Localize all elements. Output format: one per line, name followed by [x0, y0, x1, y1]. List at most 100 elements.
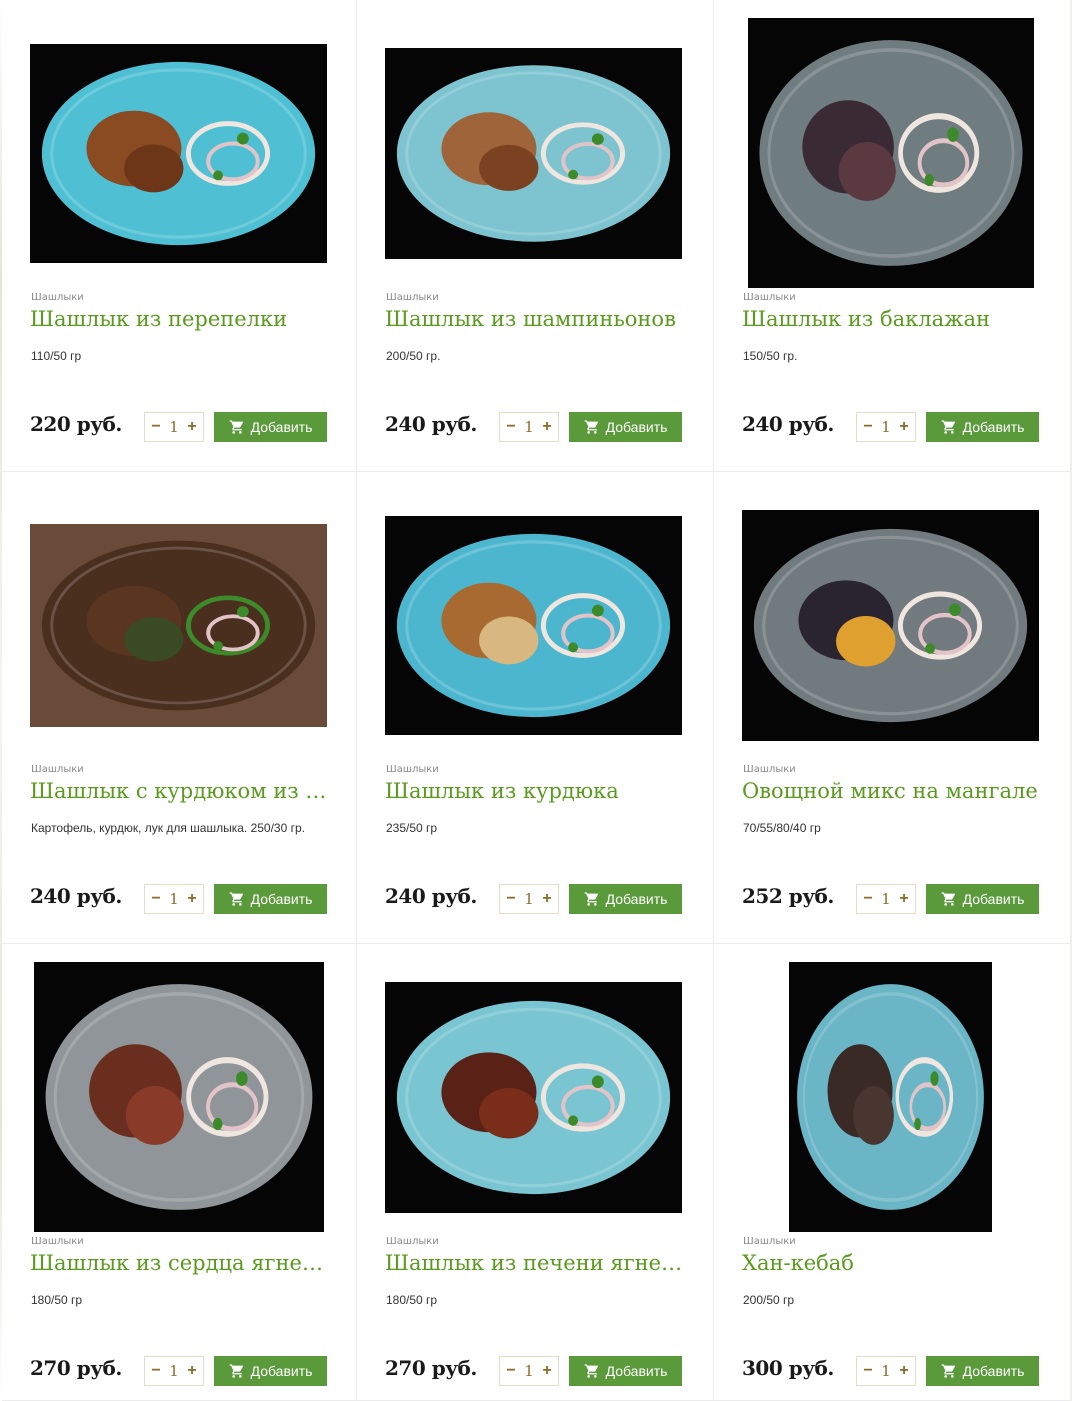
add-to-cart-button[interactable]: Добавить	[569, 884, 682, 914]
product-price: 270 руб.	[30, 1356, 122, 1380]
quantity-value[interactable]: 1	[169, 890, 179, 908]
decrement-button[interactable]: −	[505, 891, 517, 907]
product-photo[interactable]	[33, 962, 324, 1232]
increment-button[interactable]: +	[898, 1363, 910, 1379]
product-price: 240 руб.	[385, 884, 477, 908]
product-category: Шашлыки	[31, 292, 84, 303]
cart-icon	[229, 1364, 243, 1378]
dish-image	[385, 981, 682, 1213]
decrement-button[interactable]: −	[862, 891, 874, 907]
product-category: Шашлыки	[386, 292, 439, 303]
product-title[interactable]: Шашлык из курдюка	[385, 778, 685, 804]
product-title[interactable]: Шашлык из шампиньонов	[385, 306, 685, 332]
product-card-7: Шашлыки Шашлык из сердца ягненка 180/50 …	[2, 944, 357, 1401]
quantity-value[interactable]: 1	[881, 1362, 891, 1380]
increment-button[interactable]: +	[541, 1363, 553, 1379]
cart-icon	[229, 892, 243, 906]
product-photo[interactable]	[385, 981, 682, 1213]
product-price: 300 руб.	[742, 1356, 834, 1380]
cart-icon	[584, 892, 598, 906]
add-to-cart-button[interactable]: Добавить	[214, 884, 327, 914]
increment-button[interactable]: +	[186, 891, 198, 907]
product-description: 110/50 гр	[31, 349, 82, 363]
product-title[interactable]: Шашлык из перепелки	[30, 306, 330, 332]
dish-image	[385, 515, 682, 735]
add-to-cart-button[interactable]: Добавить	[214, 412, 327, 442]
product-category: Шашлыки	[31, 764, 84, 775]
quantity-value[interactable]: 1	[881, 418, 891, 436]
dish-image	[30, 523, 327, 727]
decrement-button[interactable]: −	[150, 1363, 162, 1379]
product-photo[interactable]	[30, 523, 327, 727]
dish-image	[385, 47, 682, 259]
add-to-cart-label: Добавить	[605, 419, 668, 435]
product-description: 200/50 гр.	[386, 349, 441, 363]
product-title[interactable]: Шашлык из печени ягненка	[385, 1250, 685, 1276]
product-photo[interactable]	[789, 962, 992, 1232]
product-card-1: Шашлыки Шашлык из перепелки 110/50 гр 22…	[2, 0, 357, 472]
add-to-cart-button[interactable]: Добавить	[569, 1356, 682, 1386]
dish-image	[747, 18, 1034, 288]
increment-button[interactable]: +	[186, 1363, 198, 1379]
quantity-stepper: − 1 +	[144, 1356, 204, 1386]
product-price: 240 руб.	[385, 412, 477, 436]
add-to-cart-button[interactable]: Добавить	[926, 1356, 1039, 1386]
product-category: Шашлыки	[743, 764, 796, 775]
decrement-button[interactable]: −	[862, 1363, 874, 1379]
decrement-button[interactable]: −	[505, 419, 517, 435]
add-to-cart-button[interactable]: Добавить	[926, 412, 1039, 442]
quantity-value[interactable]: 1	[524, 418, 534, 436]
add-to-cart-button[interactable]: Добавить	[926, 884, 1039, 914]
product-category: Шашлыки	[31, 1236, 84, 1247]
product-description: 235/50 гр	[386, 821, 438, 835]
quantity-stepper: − 1 +	[144, 884, 204, 914]
product-card-4: Шашлыки Шашлык с курдюком из ка… Картофе…	[2, 472, 357, 944]
product-photo[interactable]	[30, 43, 327, 263]
add-to-cart-label: Добавить	[250, 419, 313, 435]
increment-button[interactable]: +	[541, 891, 553, 907]
product-title[interactable]: Шашлык с курдюком из ка…	[30, 778, 330, 804]
dish-image	[789, 962, 992, 1232]
product-price: 240 руб.	[30, 884, 122, 908]
quantity-stepper: − 1 +	[144, 412, 204, 442]
quantity-stepper: − 1 +	[856, 412, 916, 442]
quantity-value[interactable]: 1	[169, 418, 179, 436]
add-to-cart-label: Добавить	[605, 1363, 668, 1379]
add-to-cart-button[interactable]: Добавить	[569, 412, 682, 442]
increment-button[interactable]: +	[541, 419, 553, 435]
quantity-value[interactable]: 1	[169, 1362, 179, 1380]
product-photo[interactable]	[385, 47, 682, 259]
product-photo[interactable]	[747, 18, 1034, 288]
increment-button[interactable]: +	[898, 891, 910, 907]
decrement-button[interactable]: −	[505, 1363, 517, 1379]
product-price: 240 руб.	[742, 412, 834, 436]
quantity-stepper: − 1 +	[856, 1356, 916, 1386]
add-to-cart-label: Добавить	[250, 1363, 313, 1379]
decrement-button[interactable]: −	[150, 419, 162, 435]
cart-icon	[941, 420, 955, 434]
product-card-6: Шашлыки Овощной микс на мангале 70/55/80…	[714, 472, 1070, 944]
increment-button[interactable]: +	[186, 419, 198, 435]
cart-icon	[584, 420, 598, 434]
product-title[interactable]: Шашлык из сердца ягненка	[30, 1250, 330, 1276]
dish-image	[30, 43, 327, 263]
product-card-8: Шашлыки Шашлык из печени ягненка 180/50 …	[357, 944, 714, 1401]
product-photo[interactable]	[385, 515, 682, 735]
product-grid: Шашлыки Шашлык из перепелки 110/50 гр 22…	[2, 0, 1070, 1401]
product-photo[interactable]	[742, 509, 1039, 741]
product-title[interactable]: Овощной микс на мангале	[742, 778, 1042, 804]
decrement-button[interactable]: −	[862, 419, 874, 435]
product-title[interactable]: Хан-кебаб	[742, 1250, 1042, 1276]
decrement-button[interactable]: −	[150, 891, 162, 907]
add-to-cart-button[interactable]: Добавить	[214, 1356, 327, 1386]
quantity-value[interactable]: 1	[524, 890, 534, 908]
product-price: 220 руб.	[30, 412, 122, 436]
add-to-cart-label: Добавить	[250, 891, 313, 907]
product-category: Шашлыки	[743, 1236, 796, 1247]
quantity-value[interactable]: 1	[524, 1362, 534, 1380]
quantity-value[interactable]: 1	[881, 890, 891, 908]
increment-button[interactable]: +	[898, 419, 910, 435]
product-category: Шашлыки	[386, 764, 439, 775]
product-title[interactable]: Шашлык из баклажан	[742, 306, 1042, 332]
product-price: 270 руб.	[385, 1356, 477, 1380]
